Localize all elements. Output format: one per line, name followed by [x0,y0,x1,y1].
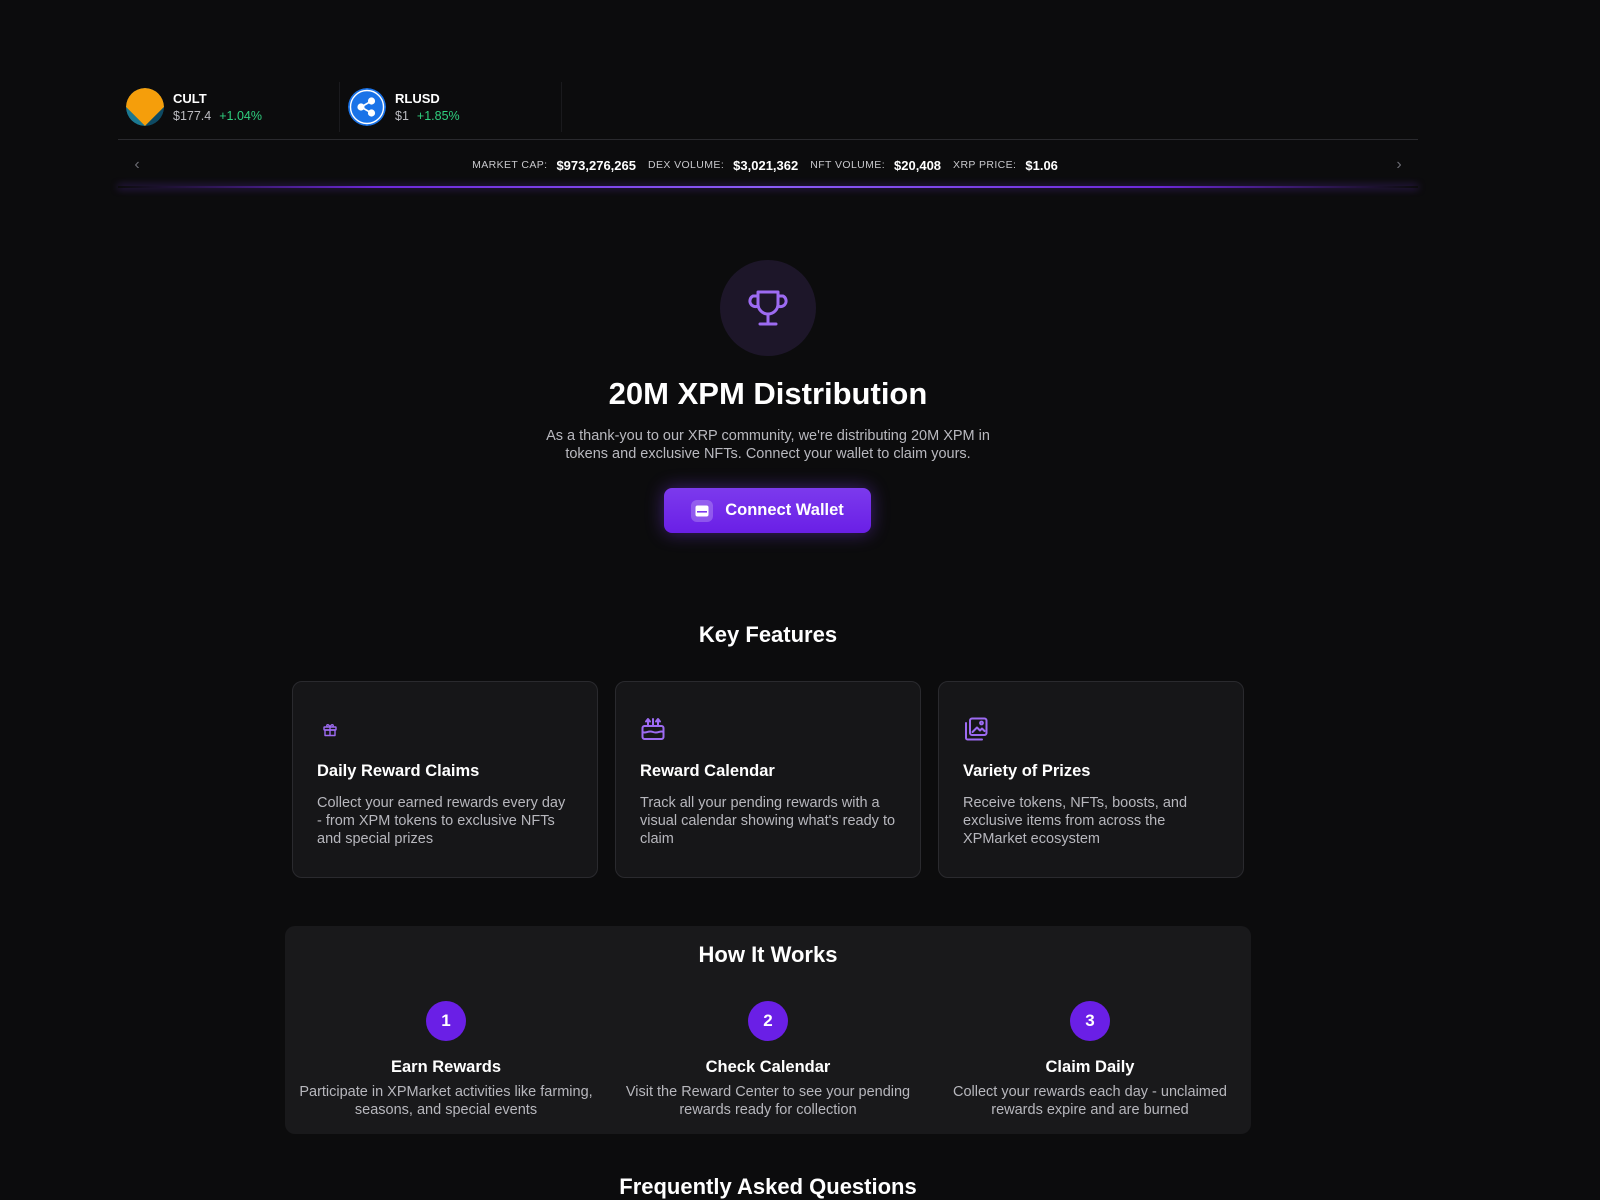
chevron-left-icon[interactable]: ‹ [126,154,148,176]
stat-label-dex-volume: DEX VOLUME: [647,159,725,171]
how-it-works-heading: How It Works [698,942,838,967]
token-ticker: CULT $177.4 +1.04% RLUSD $1 +1.85% [118,82,562,132]
ticker-glow-divider [118,186,1418,188]
connect-wallet-label: Connect Wallet [725,501,844,519]
gift-icon [317,716,343,742]
page-title: 20M XPM Distribution [608,376,928,411]
step-item: 2 Check Calendar Visit the Reward Center… [607,1001,929,1119]
step-title: Check Calendar [705,1058,831,1076]
stat-label-nft-volume: NFT VOLUME: [810,159,886,171]
ripple-logo-icon [348,88,386,126]
feature-title: Daily Reward Claims [317,762,480,780]
features-grid: Daily Reward Claims Collect your earned … [292,681,1244,878]
token-item-cult[interactable]: CULT $177.4 +1.04% [118,82,340,132]
feature-description: Track all your pending rewards with a vi… [640,795,896,847]
wallet-icon [691,499,714,522]
cake-icon [640,716,666,742]
feature-title: Variety of Prizes [963,762,1091,780]
stat-value-market-cap: $973,276,265 [556,157,636,173]
feature-title: Reward Calendar [640,762,775,780]
stat-value-nft-volume: $20,408 [894,157,942,173]
stat-value-dex-volume: $3,021,362 [733,157,799,173]
token-change: +1.85% [416,109,460,123]
feature-card: Variety of Prizes Receive tokens, NFTs, … [938,681,1244,878]
step-item: 1 Earn Rewards Participate in XPMarket a… [285,1001,607,1119]
step-number-badge: 2 [748,1001,788,1041]
chevron-right-icon[interactable]: › [1388,154,1410,176]
token-item-rlusd[interactable]: RLUSD $1 +1.85% [340,82,562,132]
step-description: Visit the Reward Center to see your pend… [625,1084,911,1118]
step-number-badge: 3 [1070,1001,1110,1041]
steps-list: 1 Earn Rewards Participate in XPMarket a… [285,1001,1251,1119]
stat-value-xrp-price: $1.06 [1025,157,1058,173]
step-number-badge: 1 [426,1001,466,1041]
connect-wallet-button[interactable]: Connect Wallet [664,488,871,533]
stat-label-market-cap: MARKET CAP: [472,159,548,171]
token-change: +1.04% [219,109,262,123]
step-title: Claim Daily [1045,1058,1135,1076]
gallery-icon [963,716,989,742]
token-price: $1 [395,109,409,123]
trophy-icon [720,260,816,356]
cult-logo-icon [126,88,164,126]
feature-card: Daily Reward Claims Collect your earned … [292,681,598,878]
ticker-divider [118,139,1418,140]
hero-description: As a thank-you to our XRP community, we'… [546,428,990,462]
faq-heading: Frequently Asked Questions [619,1174,917,1199]
step-item: 3 Claim Daily Collect your rewards each … [929,1001,1251,1119]
feature-description: Collect your earned rewards every day - … [317,795,566,847]
rewards-page: CULT $177.4 +1.04% RLUSD $1 +1.85% ‹ MAR… [0,0,1600,1200]
step-description: Participate in XPMarket activities like … [299,1084,593,1118]
key-features-heading: Key Features [698,622,838,647]
token-symbol: RLUSD [395,91,440,106]
token-symbol: CULT [173,91,207,106]
step-title: Earn Rewards [390,1058,502,1076]
feature-card: Reward Calendar Track all your pending r… [615,681,921,878]
stat-label-xrp-price: XRP PRICE: [953,159,1017,171]
token-price: $177.4 [173,109,212,123]
market-stats-bar: ‹ MARKET CAP: $973,276,265 DEX VOLUME: $… [118,148,1418,182]
feature-description: Receive tokens, NFTs, boosts, and exclus… [963,795,1188,847]
step-description: Collect your rewards each day - unclaime… [952,1084,1227,1118]
